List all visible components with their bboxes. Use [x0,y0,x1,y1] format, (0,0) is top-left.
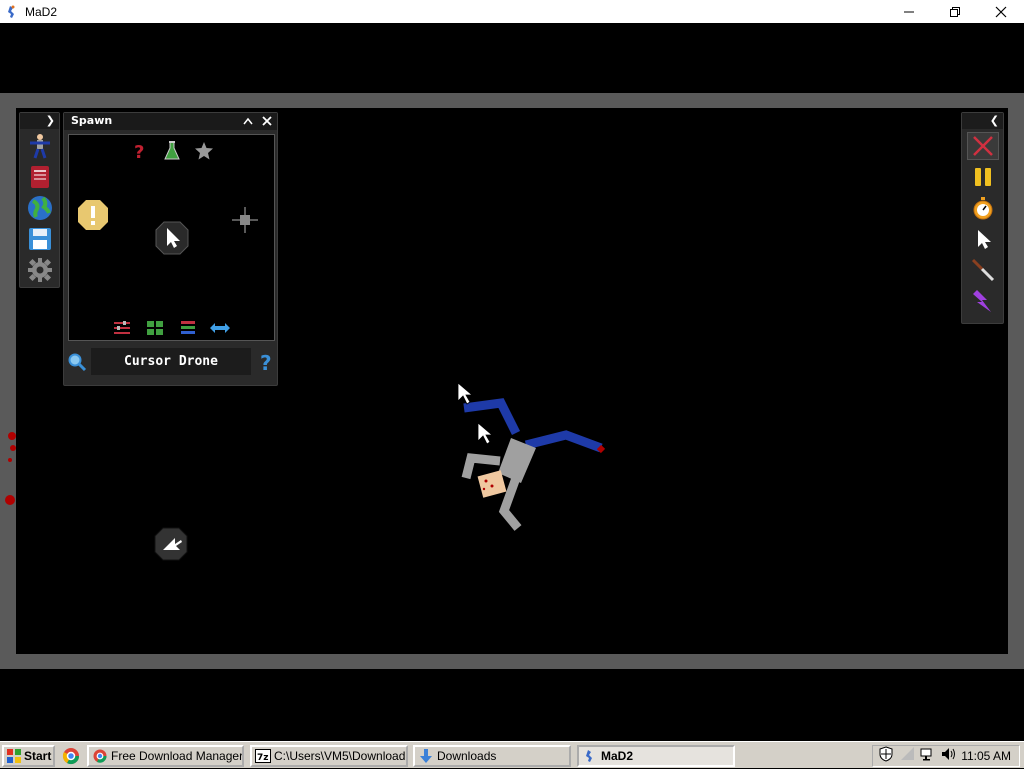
taskbar-button-label: C:\Users\VM5\Download... [274,749,408,763]
app-icon [4,4,20,20]
windows-logo-icon [7,749,21,763]
taskbar-button-label: Downloads [437,749,497,763]
help-icon[interactable]: ? [257,351,275,375]
search-icon[interactable] [67,352,87,372]
minimize-icon [904,11,914,12]
start-label: Start [24,749,52,763]
list-icon[interactable] [179,320,197,336]
spawn-panel-header[interactable]: Spawn [64,113,277,130]
sliders-icon[interactable] [113,320,131,336]
close-icon [262,116,272,126]
network-icon[interactable] [920,746,936,766]
collapse-button[interactable] [241,114,255,128]
spawn-panel: Spawn ? Cursor Drone ? [63,112,278,386]
gear-icon[interactable] [26,256,54,284]
7zip-icon: 7z [255,748,271,764]
window-titlebar: MaD2 [0,0,1024,23]
lightning-icon[interactable] [967,287,999,315]
taskbar-button-label: MaD2 [601,749,634,763]
spawn-panel-title: Spawn [71,114,113,127]
close-icon [995,6,1007,17]
restore-icon [950,6,960,17]
cursor-drone-icon[interactable] [154,220,190,256]
crosshair-icon[interactable] [230,205,260,235]
expand-arrow-icon[interactable]: ❯ [46,114,55,127]
right-toolbar: ❮ [961,112,1004,324]
save-icon[interactable] [26,225,54,253]
spawn-search-bar: Cursor Drone ? [64,346,277,376]
download-arrow-icon [418,748,434,764]
volume-icon[interactable] [940,746,956,766]
taskbar-button-fdm[interactable]: Free Download Manager -... [87,745,244,767]
book-icon[interactable] [26,163,54,191]
pause-icon[interactable] [967,163,999,191]
chrome-icon [92,748,108,764]
cursor-drone[interactable] [153,526,189,562]
stopwatch-icon[interactable] [967,194,999,222]
taskbar-button-mad2[interactable]: MaD2 [577,745,735,767]
close-tool-icon[interactable] [966,132,999,160]
close-button[interactable] [978,0,1024,23]
star-icon[interactable] [194,140,214,162]
right-toolbar-header: ❮ [962,113,1003,129]
svg-text:?: ? [260,351,272,373]
globe-icon[interactable] [26,194,54,222]
left-menu-panel: ❯ [19,112,60,288]
blood-splatter [5,432,16,505]
question-icon[interactable]: ? [129,140,149,163]
system-tray: 11:05 AM [872,745,1020,767]
window-title: MaD2 [25,4,58,19]
swap-icon[interactable] [209,320,231,336]
restore-button[interactable] [932,0,978,23]
taskbar: Start Free Download Manager -... 7z C:\U… [0,741,1024,768]
minimize-button[interactable] [886,0,932,23]
flask-icon[interactable] [162,140,182,162]
taskbar-button-label: Free Download Manager -... [111,749,244,763]
chrome-quicklaunch-icon[interactable] [62,747,80,765]
warning-item-icon[interactable] [76,198,110,232]
spawn-grid: ? [68,134,275,341]
knife-icon[interactable] [967,256,999,284]
svg-text:7z: 7z [257,753,269,763]
ragdoll-figure[interactable] [436,383,636,543]
chevron-up-icon [243,117,253,125]
left-panel-header: ❯ [20,113,59,129]
taskbar-button-7zip[interactable]: 7z C:\Users\VM5\Download... [250,745,408,767]
security-shield-icon[interactable] [878,746,894,766]
human-icon[interactable] [26,132,54,160]
pointer-icon[interactable] [967,225,999,253]
grid-icon[interactable] [146,320,164,336]
selected-item-name: Cursor Drone [91,348,251,375]
start-button[interactable]: Start [2,745,55,767]
network-muted-icon[interactable] [900,746,916,766]
taskbar-button-downloads[interactable]: Downloads [413,745,571,767]
svg-text:?: ? [134,142,144,162]
mad2-icon [582,748,598,764]
clock[interactable]: 11:05 AM [961,749,1011,763]
close-panel-button[interactable] [260,114,274,128]
collapse-arrow-icon[interactable]: ❮ [990,114,999,127]
